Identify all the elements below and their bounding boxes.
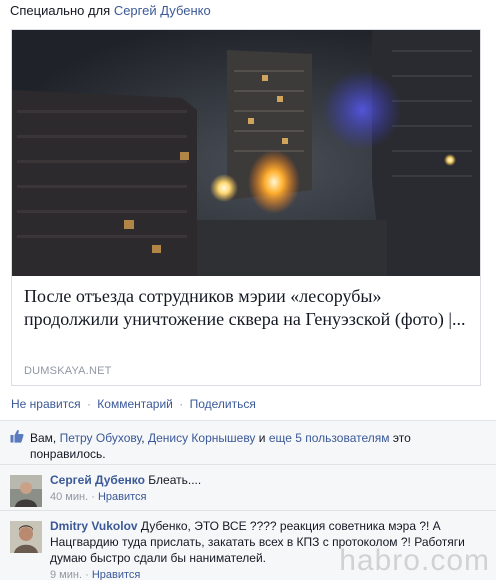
- header-prefix: Специально для: [10, 3, 111, 18]
- article-photo[interactable]: [12, 30, 480, 276]
- post-header: Специально для Сергей Дубенко: [10, 3, 211, 18]
- action-separator: ·: [179, 397, 184, 411]
- likes-summary: Вам, Петру Обухову, Денису Корнышеву и е…: [0, 420, 496, 464]
- liker-denis-kornyshev[interactable]: Денису Корнышеву: [148, 431, 255, 445]
- article-source: DUMSKAYA.NET: [24, 365, 112, 377]
- liker-petr-obukhov[interactable]: Петру Обухову: [60, 431, 142, 445]
- comment-meta: 9 мин. · Нравится: [50, 569, 140, 580]
- comment-author[interactable]: Dmitry Vukolov: [50, 519, 138, 533]
- comment-like-button[interactable]: Нравится: [98, 491, 147, 503]
- article-title[interactable]: После отъезда сотрудников мэрии «лесоруб…: [24, 285, 470, 331]
- comment-text: Блеать....: [148, 473, 202, 487]
- comment-button[interactable]: Комментарий: [97, 397, 173, 411]
- likes-you: Вам,: [30, 431, 57, 445]
- likes-and: и: [258, 431, 266, 445]
- post-actions: Не нравится · Комментарий · Поделиться: [11, 397, 256, 411]
- avatar[interactable]: [10, 475, 42, 507]
- comment-time[interactable]: 9 мин.: [50, 569, 82, 580]
- likers-others-link[interactable]: еще 5 пользователям: [269, 431, 390, 445]
- recipient-link[interactable]: Сергей Дубенко: [114, 3, 211, 18]
- comment-time[interactable]: 40 мин.: [50, 491, 88, 503]
- comment-like-button[interactable]: Нравится: [92, 569, 141, 580]
- share-button[interactable]: Поделиться: [190, 397, 256, 411]
- comment-meta: 40 мин. · Нравится: [50, 491, 146, 503]
- watermark: habro.com: [339, 544, 490, 577]
- likes-comma: ,: [141, 431, 145, 445]
- thumbs-up-icon: [10, 429, 24, 443]
- meta-separator: ·: [85, 569, 89, 580]
- comment-body: Сергей Дубенко Блеать.... 40 мин. · Нрав…: [50, 472, 480, 505]
- comment-author[interactable]: Сергей Дубенко: [50, 473, 145, 487]
- action-separator: ·: [86, 397, 91, 411]
- meta-separator: ·: [91, 491, 95, 503]
- unlike-button[interactable]: Не нравится: [11, 397, 81, 411]
- shared-link-card[interactable]: После отъезда сотрудников мэрии «лесоруб…: [11, 29, 481, 386]
- avatar[interactable]: [10, 521, 42, 553]
- comment-item: Сергей Дубенко Блеать.... 40 мин. · Нрав…: [0, 464, 496, 510]
- likes-text: Вам, Петру Обухову, Денису Корнышеву и е…: [30, 430, 430, 462]
